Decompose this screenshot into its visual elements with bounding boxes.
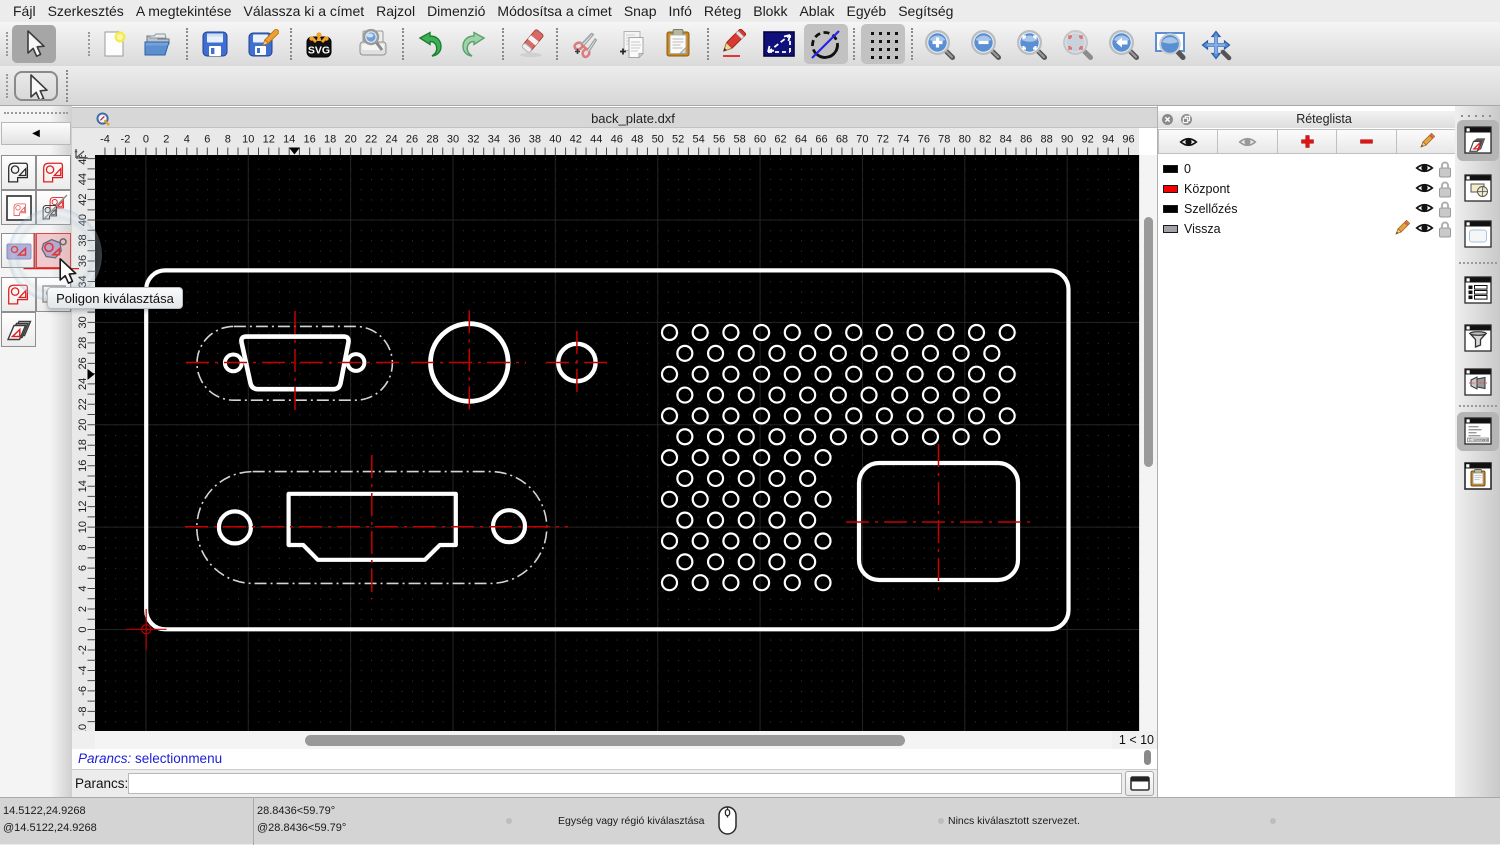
svg-text:2: 2	[77, 606, 89, 612]
svg-text:68: 68	[836, 134, 848, 146]
svg-text:8: 8	[225, 134, 231, 146]
svg-text:4: 4	[184, 134, 190, 146]
svg-text:70: 70	[856, 134, 868, 146]
svg-text:80: 80	[959, 134, 971, 146]
svg-text:36: 36	[508, 134, 520, 146]
svg-text:16: 16	[304, 134, 316, 146]
svg-text:44: 44	[590, 134, 602, 146]
svg-text:20: 20	[344, 134, 356, 146]
svg-text:14: 14	[77, 480, 89, 492]
svg-text:-2: -2	[121, 134, 131, 146]
svg-text:22: 22	[77, 398, 89, 410]
svg-text:8: 8	[77, 545, 89, 551]
svg-text:54: 54	[693, 134, 705, 146]
svg-text:64: 64	[795, 134, 807, 146]
svg-text:82: 82	[979, 134, 991, 146]
svg-text:12: 12	[263, 134, 275, 146]
svg-text:24: 24	[77, 378, 89, 390]
svg-text:24: 24	[385, 134, 397, 146]
svg-text:40: 40	[549, 134, 561, 146]
svg-text:74: 74	[897, 134, 909, 146]
svg-text:-6: -6	[77, 686, 89, 696]
svg-text:18: 18	[324, 134, 336, 146]
svg-text:56: 56	[713, 134, 725, 146]
svg-text:46: 46	[611, 134, 623, 146]
svg-text:-2: -2	[77, 645, 89, 655]
svg-text:-4: -4	[100, 134, 110, 146]
svg-text:12: 12	[77, 501, 89, 513]
svg-text:94: 94	[1102, 134, 1114, 146]
svg-text:30: 30	[447, 134, 459, 146]
svg-text:6: 6	[204, 134, 210, 146]
svg-text:48: 48	[631, 134, 643, 146]
svg-text:10: 10	[77, 521, 89, 533]
svg-text:78: 78	[938, 134, 950, 146]
svg-text:50: 50	[652, 134, 664, 146]
svg-text:6: 6	[77, 565, 89, 571]
svg-text:42: 42	[570, 134, 582, 146]
svg-text:26: 26	[77, 357, 89, 369]
svg-text:96: 96	[1122, 134, 1134, 146]
svg-text:52: 52	[672, 134, 684, 146]
svg-text:0: 0	[77, 626, 89, 632]
svg-text:20: 20	[77, 419, 89, 431]
svg-text:66: 66	[815, 134, 827, 146]
svg-text:62: 62	[774, 134, 786, 146]
svg-text:10: 10	[242, 134, 254, 146]
svg-text:-4: -4	[77, 666, 89, 676]
svg-text:C: command: C: command	[1469, 438, 1488, 442]
svg-text:42: 42	[77, 193, 89, 205]
svg-text:92: 92	[1081, 134, 1093, 146]
svg-text:18: 18	[77, 439, 89, 451]
svg-text:16: 16	[77, 460, 89, 472]
svg-text:60: 60	[754, 134, 766, 146]
svg-text:38: 38	[529, 134, 541, 146]
svg-text:2: 2	[163, 134, 169, 146]
svg-text:76: 76	[918, 134, 930, 146]
svg-text:88: 88	[1041, 134, 1053, 146]
svg-text:26: 26	[406, 134, 418, 146]
svg-text:58: 58	[733, 134, 745, 146]
svg-text:0: 0	[143, 134, 149, 146]
svg-text:28: 28	[426, 134, 438, 146]
svg-text:90: 90	[1061, 134, 1073, 146]
svg-text:86: 86	[1020, 134, 1032, 146]
svg-text:22: 22	[365, 134, 377, 146]
svg-text:4: 4	[77, 585, 89, 591]
svg-text:30: 30	[77, 316, 89, 328]
svg-text:14: 14	[283, 134, 295, 146]
svg-text:-10: -10	[77, 724, 89, 731]
svg-text:28: 28	[77, 337, 89, 349]
svg-text:84: 84	[1000, 134, 1012, 146]
svg-text:SVG: SVG	[308, 45, 330, 57]
svg-text:72: 72	[877, 134, 889, 146]
svg-text:-8: -8	[77, 706, 89, 716]
svg-text:44: 44	[77, 173, 89, 185]
svg-text:34: 34	[488, 134, 500, 146]
svg-text:32: 32	[467, 134, 479, 146]
